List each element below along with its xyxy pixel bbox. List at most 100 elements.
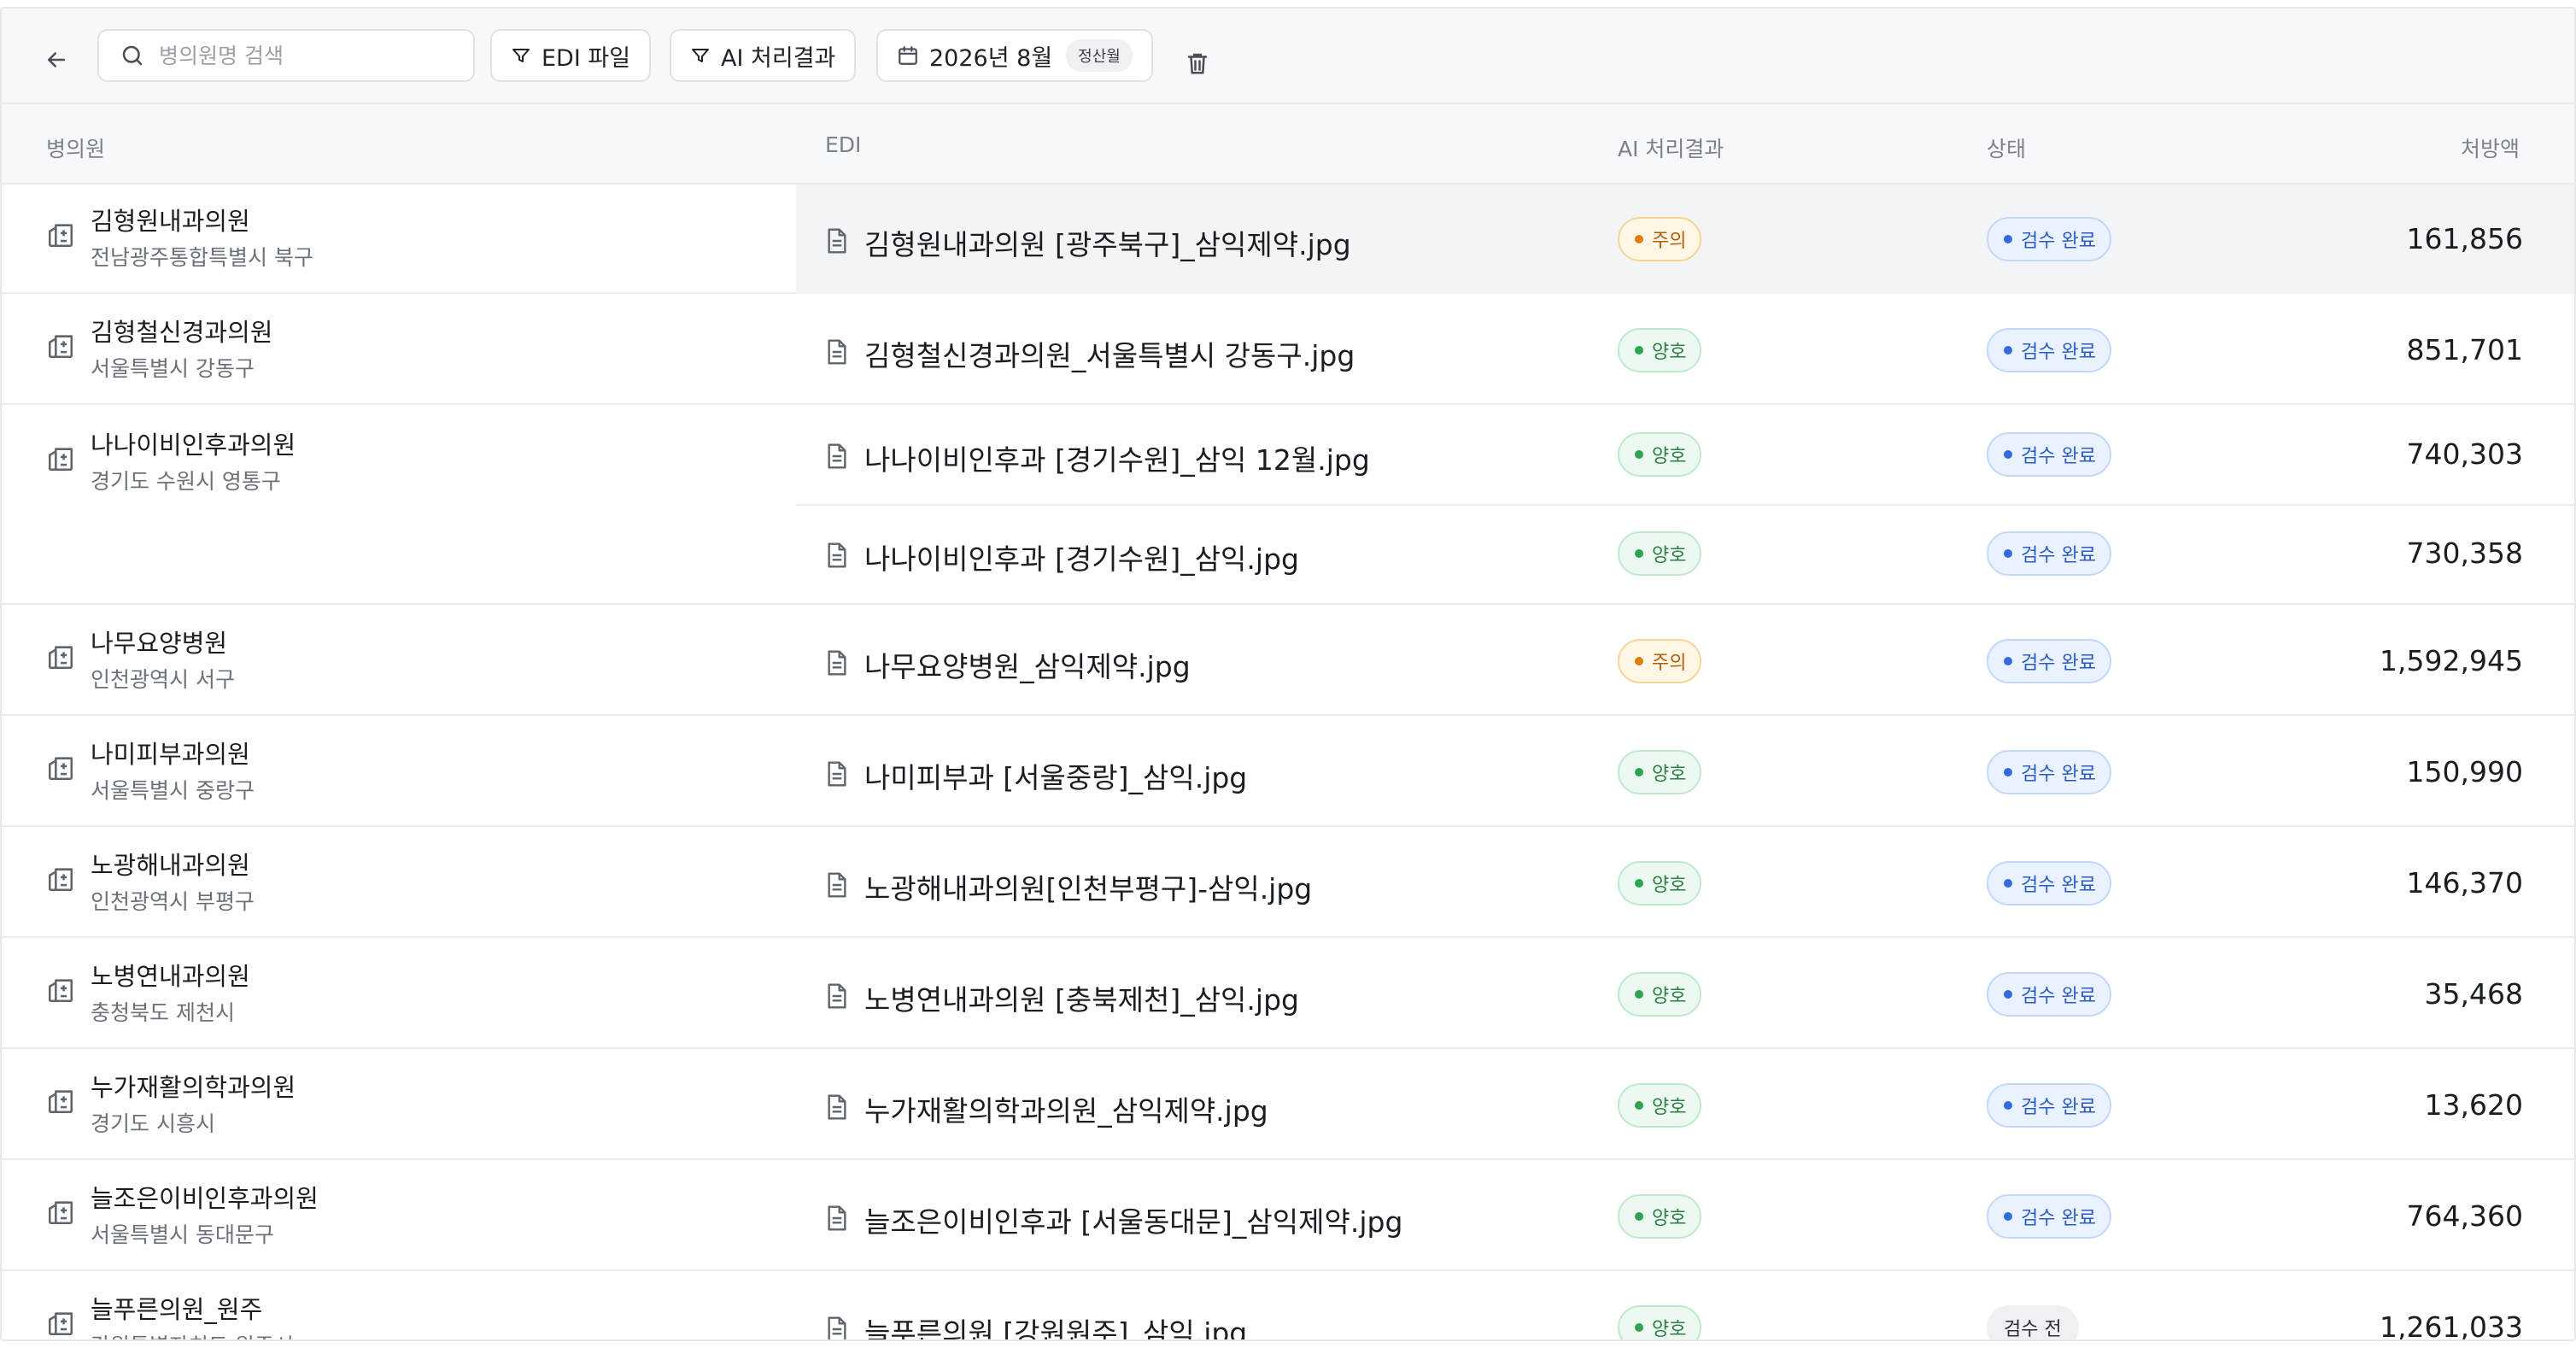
ai-result-badge: 양호 (1618, 1083, 1702, 1128)
column-header-amount[interactable]: 처방액 (2461, 132, 2520, 163)
prescription-amount: 851,701 (2406, 333, 2523, 366)
delete-button[interactable] (1180, 46, 1215, 80)
edi-file-name[interactable]: 김형원내과의원 [광주북구]_삼익제약.jpg (864, 222, 1351, 263)
hospital-cell[interactable]: 나미피부과의원서울특별시 중랑구 (2, 718, 796, 825)
column-header-edi[interactable]: EDI (825, 132, 861, 157)
hospital-name: 나나이비인후과의원 (91, 431, 296, 460)
table-row[interactable]: 늘푸른의원 [강원원주]_삼익.jpg 양호 검수 전 1,261,033 (796, 1273, 2574, 1340)
table-row[interactable]: 나무요양병원_삼익제약.jpg 주의 검수 완료 1,592,945 (796, 607, 2574, 716)
edi-file-name[interactable]: 나미피부과 [서울중랑]_삼익.jpg (864, 755, 1247, 796)
review-status-badge: 검수 완료 (1987, 750, 2111, 794)
ai-result-label: 양호 (1652, 342, 1687, 363)
ai-result-badge: 양호 (1618, 750, 1702, 794)
review-status-label: 검수 전 (2004, 1319, 2062, 1340)
settlement-month-badge: 정산월 (1066, 39, 1133, 72)
edi-file-name[interactable]: 나무요양병원_삼익제약.jpg (864, 644, 1191, 685)
review-status-badge: 검수 완료 (1987, 328, 2111, 372)
table-row[interactable]: 늘조은이비인후과 [서울동대문]_삼익제약.jpg 양호 검수 완료 764,360 (796, 1162, 2574, 1271)
ai-result-label: 양호 (1652, 545, 1687, 566)
hospital-name: 늘조은이비인후과의원 (91, 1184, 319, 1213)
ai-result-badge: 주의 (1618, 217, 1702, 261)
hospital-icon (48, 757, 73, 781)
filter-icon (692, 49, 709, 62)
edi-file-name[interactable]: 늘조은이비인후과 [서울동대문]_삼익제약.jpg (864, 1199, 1402, 1240)
prescription-amount: 740,303 (2406, 437, 2523, 471)
ai-result-label: 양호 (1652, 1208, 1687, 1229)
hospital-cell[interactable]: 김형철신경과의원 서울특별시 강동구 (2, 296, 796, 403)
filter-icon (512, 49, 530, 62)
edi-file-name[interactable]: 노광해내과의원[인천부평구]-삼익.jpg (864, 866, 1312, 907)
hospital-icon (48, 224, 73, 248)
hospital-icon (48, 646, 73, 670)
status-dot (1635, 346, 1643, 355)
table-row[interactable]: 노병연내과의원 [충북제천]_삼익.jpg 양호 검수 완료 35,468 (796, 940, 2574, 1049)
status-dot (1635, 768, 1643, 777)
review-status-label: 검수 완료 (2021, 875, 2096, 896)
hospital-address: 서울특별시 중랑구 (91, 778, 255, 803)
status-dot (2004, 549, 2012, 558)
file-icon (828, 443, 846, 469)
ai-result-label: 양호 (1652, 1097, 1687, 1118)
table-row[interactable]: 나나이비인후과 [경기수원]_삼익.jpg 양호 검수 완료 730,358 (796, 504, 2574, 601)
ai-result-label: 주의 (1652, 653, 1687, 674)
status-dot (1635, 990, 1643, 999)
hospital-cell[interactable]: 늘푸른의원_원주강원특별자치도 원주시 (2, 1273, 796, 1339)
settlement-month-label: 2026년 8월 (929, 44, 1053, 72)
hospital-name: 나미피부과의원 (91, 740, 250, 769)
ai-result-badge: 양호 (1618, 328, 1702, 372)
edi-file-name[interactable]: 김형철신경과의원_서울특별시 강동구.jpg (864, 333, 1355, 374)
hospital-group: 누가재활의학과의원 경기도 시흥시 누가재활의학과의원_삼익제약.jpg 양호 검수 완… (2, 1051, 2574, 1160)
status-dot (1635, 235, 1643, 243)
file-icon (828, 761, 846, 787)
review-status-badge: 검수 완료 (1987, 639, 2111, 683)
hospital-address: 전남광주통합특별시 북구 (91, 245, 313, 270)
review-status-badge: 검수 전 (1987, 1305, 2079, 1340)
prescription-amount: 146,370 (2406, 866, 2523, 900)
table-row[interactable]: 김형원내과의원 [광주북구]_삼익제약.jpg 주의 검수 완료 161,856 (796, 185, 2574, 294)
status-dot (1635, 1101, 1643, 1110)
file-icon (828, 983, 846, 1009)
ai-result-label: 양호 (1652, 986, 1687, 1007)
hospital-address: 강원특별자치도 원주시 (91, 1329, 294, 1339)
status-dot (2004, 235, 2012, 243)
edi-file-name[interactable]: 나나이비인후과 [경기수원]_삼익.jpg (864, 536, 1299, 577)
table-row[interactable]: 나미피부과 [서울중랑]_삼익.jpg 양호 검수 완료 150,990 (796, 718, 2574, 827)
status-dot (2004, 657, 2012, 665)
ai-result-label: 주의 (1652, 231, 1687, 252)
hospital-address: 경기도 수원시 영통구 (91, 469, 281, 494)
hospital-cell[interactable]: 나무요양병원 인천광역시 서구 (2, 607, 796, 714)
back-button[interactable] (39, 43, 73, 77)
search-input[interactable] (159, 43, 449, 68)
status-dot (1635, 549, 1643, 558)
review-status-label: 검수 완료 (2021, 231, 2096, 252)
column-header-ai-result[interactable]: AI 처리결과 (1618, 132, 1724, 163)
hospital-name: 나무요양병원 (91, 629, 228, 658)
edi-file-filter-button[interactable]: EDI 파일 (490, 29, 652, 82)
hospital-group: 나미피부과의원서울특별시 중랑구 나미피부과 [서울중랑]_삼익.jpg 양호 검수 … (2, 718, 2574, 827)
edi-file-name[interactable]: 나나이비인후과 [경기수원]_삼익 12월.jpg (864, 437, 1370, 478)
table-header: 병의원 EDI AI 처리결과 상태 처방액 (2, 104, 2574, 185)
hospital-icon (48, 1201, 73, 1225)
table-row[interactable]: 김형철신경과의원_서울특별시 강동구.jpg 양호 검수 완료 851,701 (796, 296, 2574, 405)
ai-result-filter-button[interactable]: AI 처리결과 (670, 29, 857, 82)
hospital-cell[interactable]: 늘조은이비인후과의원 서울특별시 동대문구 (2, 1162, 796, 1269)
status-dot (2004, 1101, 2012, 1110)
edi-file-name[interactable]: 늘푸른의원 [강원원주]_삼익.jpg (864, 1310, 1247, 1339)
hospital-group: 노광해내과의원 인천광역시 부평구 노광해내과의원[인천부평구]-삼익.jpg 양호 검… (2, 829, 2574, 938)
edi-file-name[interactable]: 누가재활의학과의원_삼익제약.jpg (864, 1088, 1268, 1129)
table-row[interactable]: 노광해내과의원[인천부평구]-삼익.jpg 양호 검수 완료 146,370 (796, 829, 2574, 938)
hospital-cell[interactable]: 노병연내과의원 충청북도 제천시 (2, 940, 796, 1047)
hospital-cell[interactable]: 노광해내과의원 인천광역시 부평구 (2, 829, 796, 936)
hospital-icon (48, 868, 73, 892)
edi-file-name[interactable]: 노병연내과의원 [충북제천]_삼익.jpg (864, 977, 1299, 1018)
hospital-cell[interactable]: 누가재활의학과의원 경기도 시흥시 (2, 1051, 796, 1158)
column-header-hospital[interactable]: 병의원 (46, 132, 105, 163)
hospital-name: 노광해내과의원 (91, 851, 250, 880)
hospital-name: 김형철신경과의원 (91, 318, 273, 347)
table-row[interactable]: 누가재활의학과의원_삼익제약.jpg 양호 검수 완료 13,620 (796, 1051, 2574, 1160)
table-row[interactable]: 나나이비인후과 [경기수원]_삼익 12월.jpg 양호 검수 완료 740,303 (796, 407, 2574, 504)
column-header-status[interactable]: 상태 (1987, 132, 2026, 163)
settlement-month-button[interactable]: 2026년 8월 정산월 (876, 29, 1153, 82)
hospital-cell[interactable]: 김형원내과의원 전남광주통합특별시 북구 (2, 185, 796, 292)
hospital-cell[interactable]: 나나이비인후과의원경기도 수원시 영통구 (2, 407, 796, 603)
